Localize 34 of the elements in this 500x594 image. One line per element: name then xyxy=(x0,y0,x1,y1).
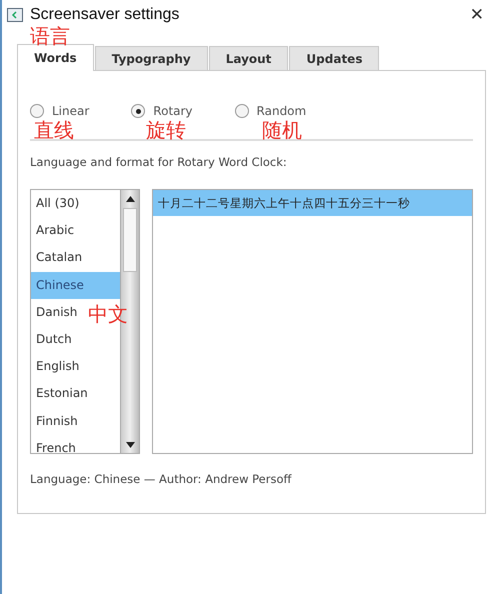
language-item[interactable]: French xyxy=(31,434,81,453)
annotation-text: 随机 xyxy=(262,120,302,140)
language-item[interactable]: Chinese xyxy=(31,272,120,299)
window-title: Screensaver settings xyxy=(30,6,180,24)
tab[interactable]: Words xyxy=(17,44,94,71)
annotation-text: 中文 xyxy=(88,304,128,324)
app-icon xyxy=(7,8,23,22)
radio-option[interactable]: Rotary xyxy=(131,104,193,118)
language-item[interactable]: Estonian xyxy=(31,380,93,408)
language-item[interactable]: English xyxy=(31,353,84,380)
tab[interactable]: Typography xyxy=(94,46,208,70)
format-item[interactable]: 十月二十二号星期六上午十点四十五分三十一秒 xyxy=(153,190,472,216)
language-item[interactable]: All (30) xyxy=(31,190,84,218)
scroll-thumb[interactable] xyxy=(123,208,137,272)
language-item[interactable]: Dutch xyxy=(31,326,77,354)
annotation-text: 直线 xyxy=(34,120,74,140)
author-info: Language: Chinese — Author: Andrew Persoff xyxy=(30,472,293,486)
annotation-text: 语言 xyxy=(30,26,70,46)
scroll-down-icon[interactable] xyxy=(126,442,134,448)
close-button[interactable]: ✕ xyxy=(464,5,490,25)
radio-button[interactable] xyxy=(30,104,44,118)
annotation-text: 旋转 xyxy=(146,120,186,140)
radio-option[interactable]: Linear xyxy=(30,104,90,118)
language-item[interactable]: Catalan xyxy=(31,244,88,272)
language-item[interactable]: Danish xyxy=(31,298,82,326)
radio-button[interactable] xyxy=(131,104,146,118)
radio-option[interactable]: Random xyxy=(234,104,306,118)
language-item[interactable]: Finnish xyxy=(31,408,83,435)
radio-button[interactable] xyxy=(234,104,249,118)
tab[interactable]: Updates xyxy=(289,46,380,70)
scroll-up-icon[interactable] xyxy=(126,196,134,202)
language-item[interactable]: Arabic xyxy=(31,217,80,244)
tab[interactable]: Layout xyxy=(208,46,288,70)
format-label: Language and format for Rotary Word Clock: xyxy=(30,155,288,169)
